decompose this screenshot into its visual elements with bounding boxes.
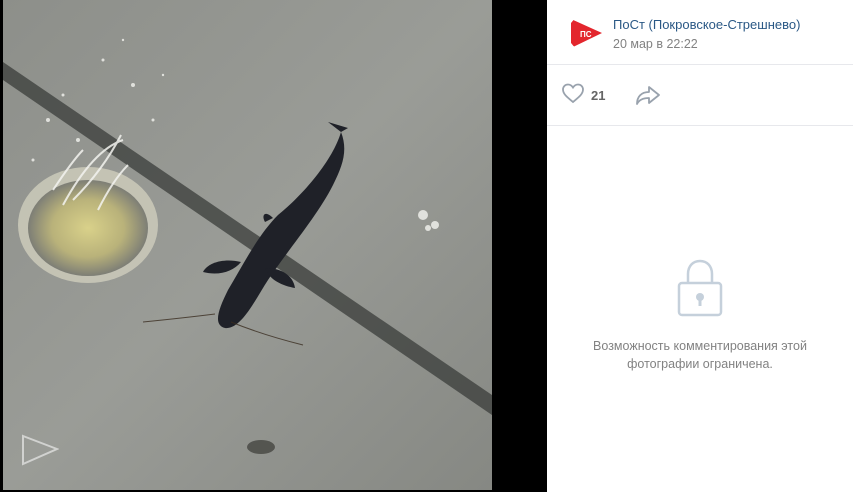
svg-text:ПС: ПС [580,30,592,39]
restricted-message: Возможность комментирования этой фотогра… [593,339,807,371]
lock-icon [676,258,724,318]
post-sidebar: ПС ПоСт (Покровское-Стрешнево) 20 мар в … [547,0,853,492]
author-name-link[interactable]: ПоСт (Покровское-Стрешнево) [613,17,800,32]
watermark-logo [21,430,59,468]
comments-restricted-notice: Возможность комментирования этой фотогра… [547,258,853,373]
like-count: 21 [591,87,606,103]
photo-viewer[interactable] [0,0,547,492]
author-avatar[interactable]: ПС [568,15,604,51]
photo-catfish-in-water[interactable] [3,0,492,490]
heart-outline-icon [561,82,585,109]
like-button[interactable]: 21 [561,83,605,107]
share-arrow-icon [635,86,661,111]
post-date[interactable]: 20 мар в 22:22 [613,37,698,51]
post-header: ПС ПоСт (Покровское-Стрешнево) 20 мар в … [547,0,853,65]
share-button[interactable] [635,83,661,107]
post-actions: 21 [547,65,853,126]
